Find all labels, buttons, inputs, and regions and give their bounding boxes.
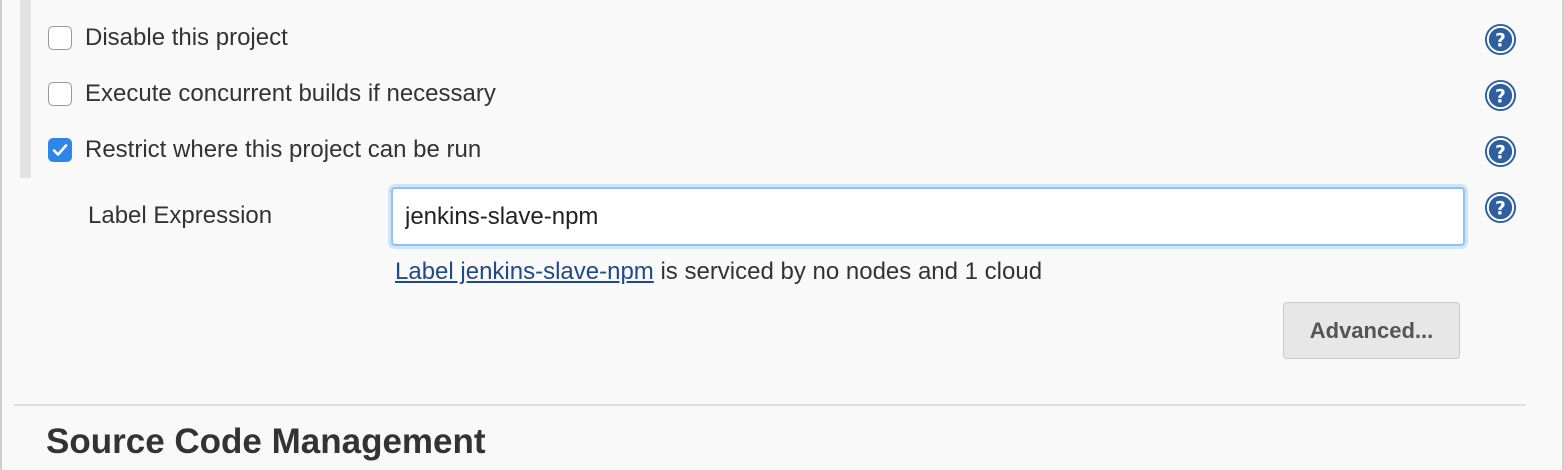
help-icon[interactable]: ?: [1484, 191, 1517, 224]
svg-text:?: ?: [1495, 142, 1506, 163]
svg-text:?: ?: [1495, 86, 1506, 107]
advanced-button[interactable]: Advanced...: [1283, 302, 1460, 359]
label-status-message: Label jenkins-slave-npm is serviced by n…: [395, 258, 1042, 286]
disable-project-label[interactable]: Disable this project: [85, 24, 288, 52]
concurrent-builds-checkbox[interactable]: [48, 82, 72, 106]
option-restrict-run[interactable]: Restrict where this project can be run: [48, 135, 481, 165]
section-indicator-bar: [20, 0, 31, 178]
checkmark-icon: [52, 144, 68, 156]
source-code-management-heading: Source Code Management: [46, 422, 486, 461]
label-link[interactable]: Label jenkins-slave-npm: [395, 258, 654, 285]
help-icon[interactable]: ?: [1484, 79, 1517, 112]
svg-text:?: ?: [1495, 30, 1506, 51]
page-frame-left: [0, 0, 2, 470]
section-divider: [14, 404, 1526, 406]
concurrent-builds-label[interactable]: Execute concurrent builds if necessary: [85, 80, 496, 108]
label-expression-input[interactable]: [391, 187, 1465, 246]
restrict-run-label[interactable]: Restrict where this project can be run: [85, 136, 481, 164]
label-status-text: is serviced by no nodes and 1 cloud: [653, 258, 1043, 285]
help-icon[interactable]: ?: [1484, 135, 1517, 168]
option-disable-project[interactable]: Disable this project: [48, 23, 288, 53]
option-concurrent-builds[interactable]: Execute concurrent builds if necessary: [48, 79, 496, 109]
disable-project-checkbox[interactable]: [48, 26, 72, 50]
label-expression-label: Label Expression: [88, 202, 273, 229]
restrict-run-checkbox[interactable]: [48, 138, 72, 162]
help-icon[interactable]: ?: [1484, 23, 1517, 56]
svg-text:?: ?: [1495, 198, 1506, 219]
